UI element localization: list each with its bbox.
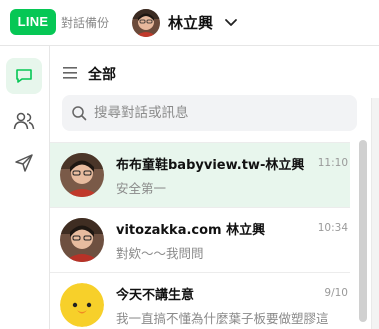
chat-preview: 我一直搞不懂為什麼葉子板要做塑膠這 [116,311,329,326]
chats-nav-button[interactable] [6,58,42,94]
chevron-down-icon[interactable] [223,14,239,30]
chat-name: 今天不講生意 [116,288,195,303]
scrollbar-thumb[interactable] [359,140,367,322]
chat-time: 11:10 [317,157,348,169]
chat-row[interactable]: 今天不講生意 我一直搞不懂為什麼葉子板要做塑膠這 9/10 [50,272,350,329]
friends-icon [13,112,35,130]
chat-backup-link[interactable]: 對話備份 [61,14,109,31]
chat-time: 9/10 [324,287,348,299]
chat-preview: 安全第一 [116,181,167,196]
nav-rail [0,46,50,329]
chat-list-panel: 全部 布布童鞋babyview.tw-林立興 安全第一 [50,46,370,329]
chat-row[interactable]: vitozakka.com 林立興 對欸～～我問問 10:34 [50,207,350,272]
conversation-pane-edge [371,98,379,329]
search-icon [72,106,87,121]
search-box[interactable] [62,95,357,131]
top-header: LINE 對話備份 林立興 [0,0,379,46]
list-title: 全部 [88,67,116,83]
account-avatar[interactable] [132,9,160,37]
paper-plane-icon [15,154,33,172]
avatar [60,218,104,262]
chat-row[interactable]: 布布童鞋babyview.tw-林立興 安全第一 11:10 [50,142,350,207]
chat-list-scrollbar[interactable] [357,140,369,329]
friends-nav-button[interactable] [6,103,42,139]
send-nav-button[interactable] [6,145,42,181]
chat-preview: 對欸～～我問問 [116,246,204,261]
line-logo: LINE [10,9,56,35]
account-name[interactable]: 林立興 [168,12,213,33]
chat-time: 10:34 [317,222,348,234]
chat-name: 布布童鞋babyview.tw-林立興 [116,158,305,173]
search-input[interactable] [94,95,349,131]
hamburger-menu-icon[interactable] [63,67,77,79]
avatar [60,153,104,197]
chat-bubble-icon [16,69,32,83]
chat-name: vitozakka.com 林立興 [116,223,266,238]
avatar [60,283,104,327]
sally-chick-icon [60,283,104,327]
